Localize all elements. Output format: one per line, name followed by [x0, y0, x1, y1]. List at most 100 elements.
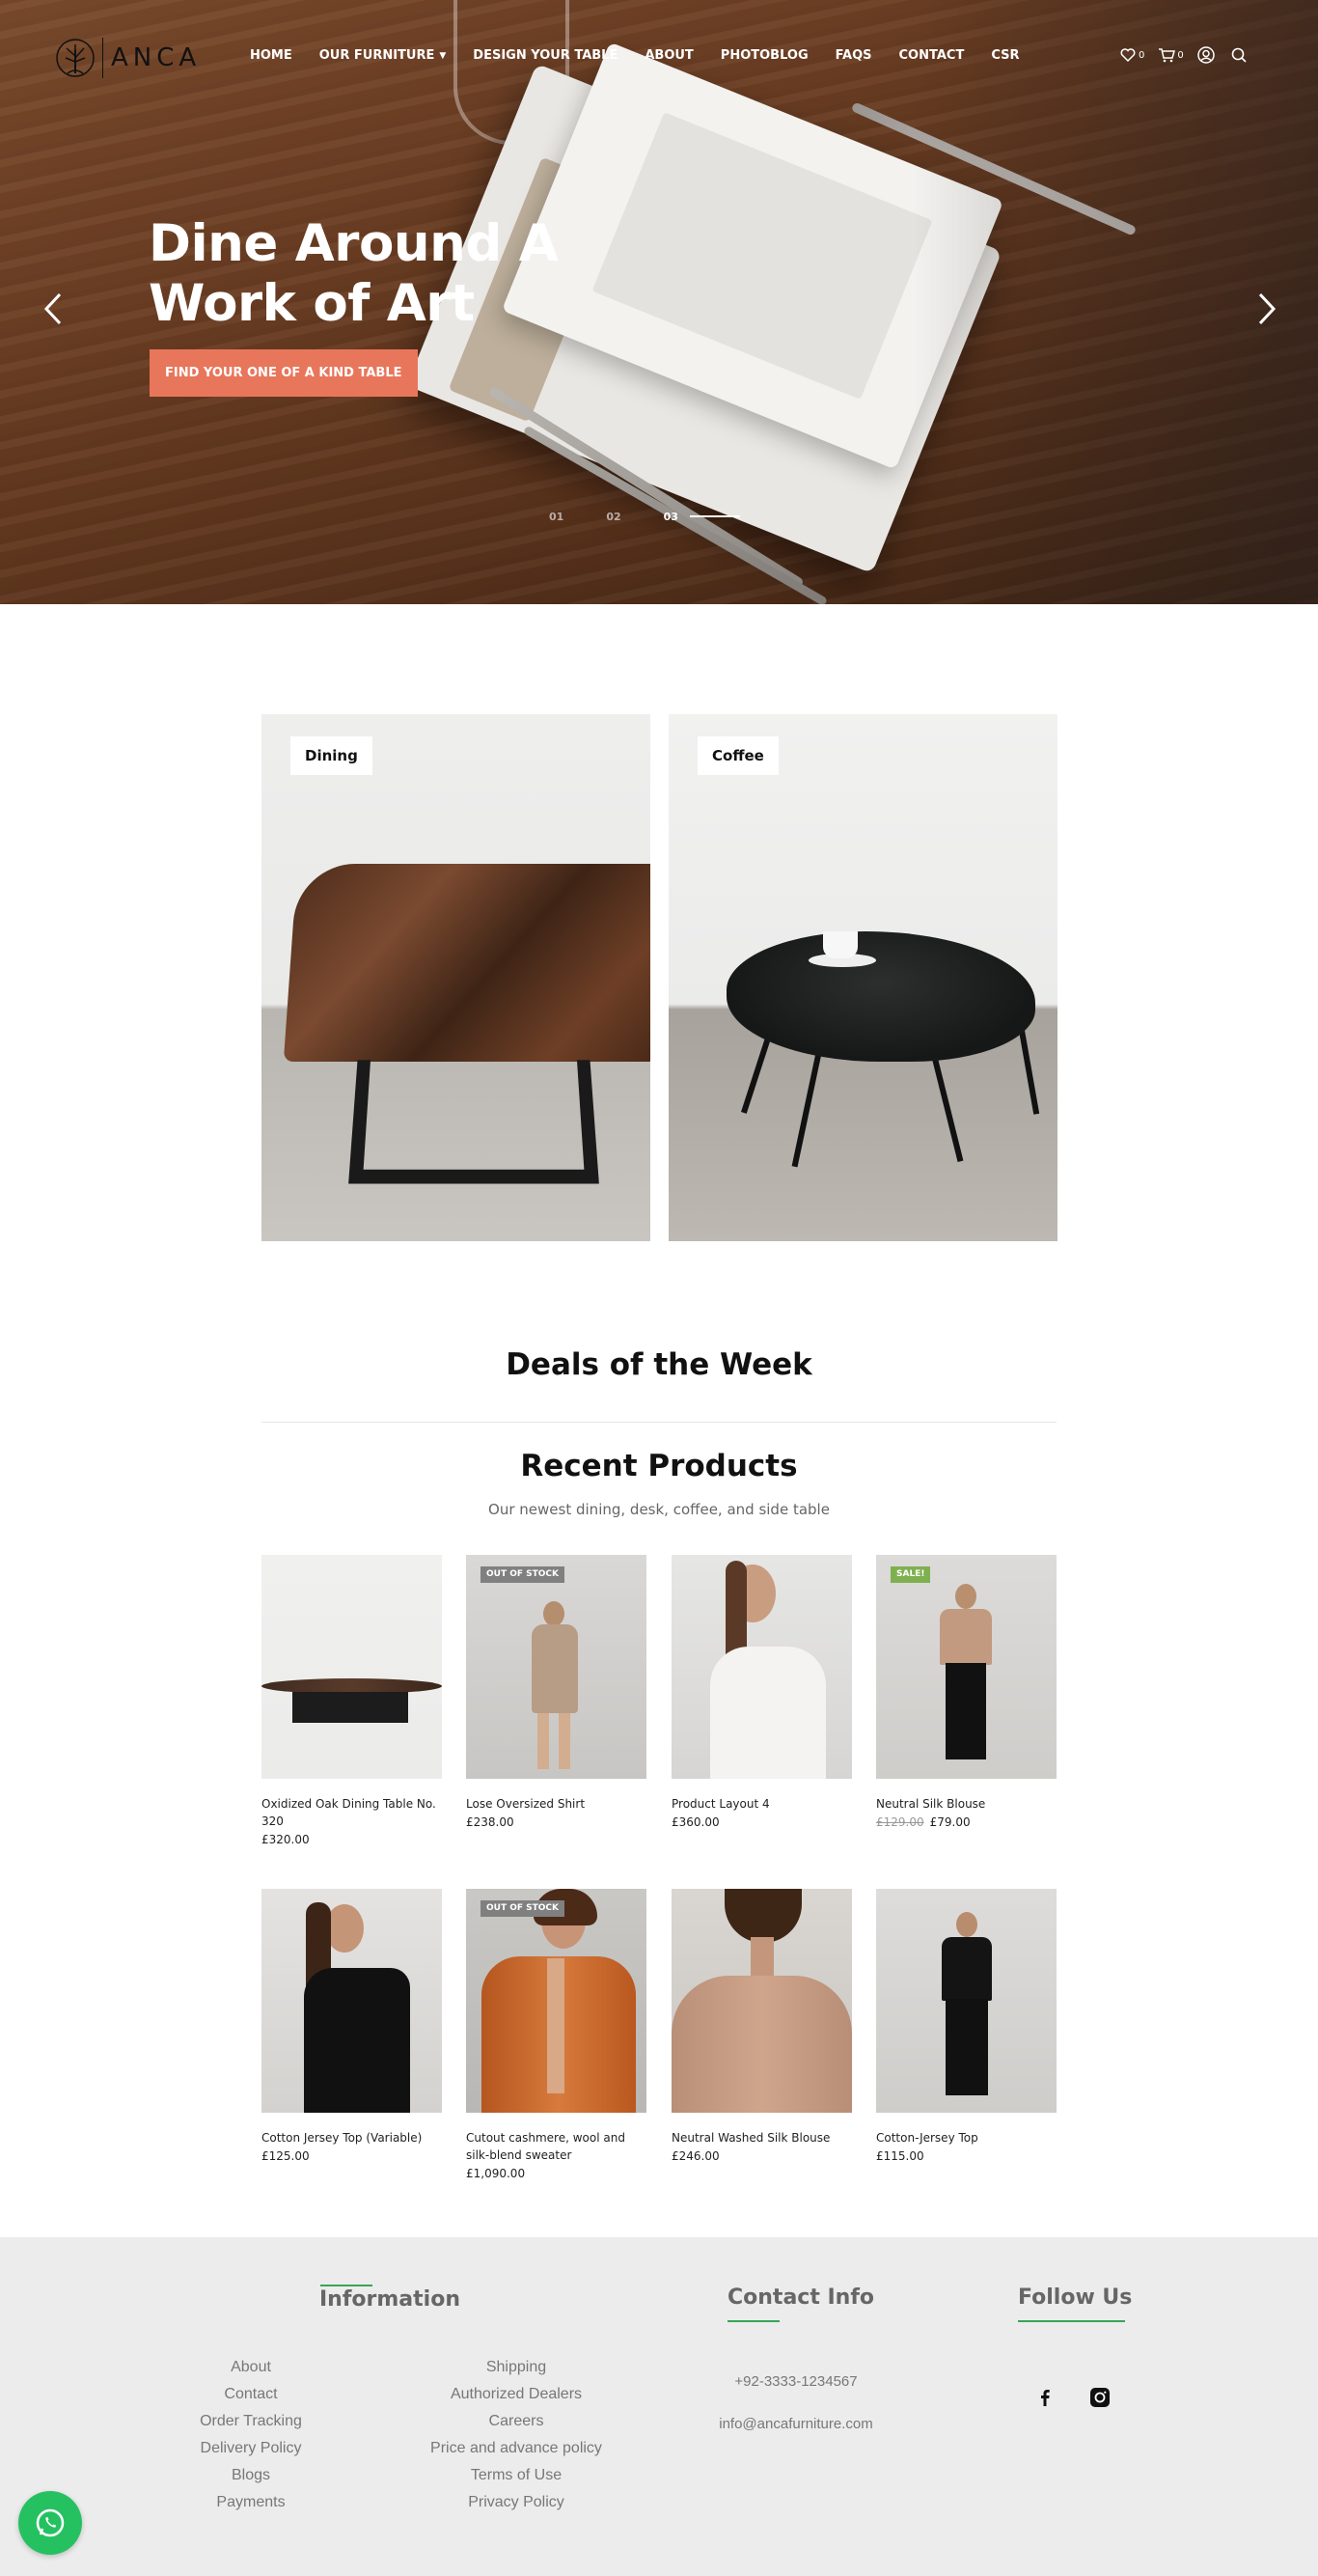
cart-icon [1158, 46, 1175, 64]
footer-link-delivery-policy[interactable]: Delivery Policy [154, 2440, 347, 2457]
product-image[interactable] [261, 1889, 442, 2113]
model-body [532, 1624, 578, 1713]
information-heading: Information [319, 2287, 460, 2312]
slide-dot-3[interactable]: 03 [664, 511, 678, 523]
product-image[interactable] [876, 1889, 1057, 2113]
coffee-table-leg-3 [1018, 1023, 1039, 1115]
model-top [940, 1609, 992, 1665]
information-accent-line [320, 2285, 372, 2286]
logo[interactable]: ANCA [54, 37, 201, 79]
footer-link-payments[interactable]: Payments [154, 2494, 347, 2511]
contact-email[interactable]: info@ancafurniture.com [690, 2416, 902, 2432]
footer-link-shipping[interactable]: Shipping [386, 2359, 646, 2376]
footer-link-price-policy[interactable]: Price and advance policy [386, 2440, 646, 2457]
nav-csr-label: CSR [991, 48, 1019, 63]
nav-photoblog[interactable]: PHOTOBLOG [721, 48, 809, 63]
slider-pagination: 01 02 03 [549, 507, 740, 526]
account-button[interactable] [1197, 46, 1217, 64]
product-card[interactable]: OUT OF STOCK Cutout cashmere, wool and s… [466, 1889, 646, 2180]
dining-table-leg-image [348, 1060, 599, 1183]
nav-design-your-table[interactable]: DESIGN YOUR TABLE [473, 48, 618, 63]
product-image[interactable]: OUT OF STOCK [466, 1555, 646, 1779]
coffee-table-top-image [727, 931, 1035, 1062]
product-name[interactable]: Lose Oversized Shirt [466, 1795, 646, 1813]
nav-faqs[interactable]: FAQS [836, 48, 872, 63]
nav-about-label: ABOUT [645, 48, 693, 63]
tree-logo-icon [54, 37, 96, 79]
category-card-dining[interactable]: Dining [261, 714, 650, 1241]
footer-link-blogs[interactable]: Blogs [154, 2467, 347, 2484]
nav-contact[interactable]: CONTACT [899, 48, 965, 63]
product-price: £129.00 £79.00 [876, 1815, 1057, 1829]
product-price: £320.00 [261, 1833, 442, 1846]
product-image[interactable] [672, 1889, 852, 2113]
product-image[interactable] [261, 1555, 442, 1779]
footer-link-order-tracking[interactable]: Order Tracking [154, 2413, 347, 2430]
wishlist-button[interactable]: 0 [1119, 46, 1144, 64]
coffee-table-leg [792, 1053, 822, 1168]
footer-link-contact[interactable]: Contact [154, 2386, 347, 2403]
model-pants [946, 1663, 986, 1759]
product-image[interactable] [672, 1555, 852, 1779]
section-divider [261, 1422, 1057, 1423]
nav-contact-label: CONTACT [899, 48, 965, 63]
slider-prev-arrow-icon[interactable] [39, 291, 68, 326]
product-price: £1,090.00 [466, 2167, 646, 2180]
footer-link-privacy[interactable]: Privacy Policy [386, 2494, 646, 2511]
product-card[interactable]: OUT OF STOCK Lose Oversized Shirt £238.0… [466, 1555, 646, 1829]
main-nav: HOME OUR FURNITURE ▼ DESIGN YOUR TABLE AB… [250, 48, 1046, 63]
product-card[interactable]: Oxidized Oak Dining Table No. 320 £320.0… [261, 1555, 442, 1846]
product-card[interactable]: Cotton Jersey Top (Variable) £125.00 [261, 1889, 442, 2163]
cart-button[interactable]: 0 [1158, 46, 1183, 64]
slider-next-arrow-icon[interactable] [1252, 291, 1281, 326]
product-card[interactable]: SALE! Neutral Silk Blouse £129.00 £79.00 [876, 1555, 1057, 1829]
slide-progress-line [690, 515, 740, 517]
product-name[interactable]: Oxidized Oak Dining Table No. 320 [261, 1795, 442, 1830]
user-icon [1197, 46, 1215, 64]
nav-about[interactable]: ABOUT [645, 48, 693, 63]
price-current: £238.00 [466, 1815, 514, 1829]
hero-title: Dine Around A Work of Art [149, 214, 592, 334]
product-price: £360.00 [672, 1815, 852, 1829]
slide-dot-2[interactable]: 02 [606, 511, 620, 523]
category-card-coffee[interactable]: Coffee [669, 714, 1057, 1241]
search-button[interactable] [1230, 46, 1249, 64]
recent-products-subtitle: Our newest dining, desk, coffee, and sid… [0, 1501, 1318, 1518]
product-image[interactable]: OUT OF STOCK [466, 1889, 646, 2113]
price-current: £1,090.00 [466, 2167, 525, 2180]
product-price: £115.00 [876, 2149, 1057, 2163]
footer-link-terms[interactable]: Terms of Use [386, 2467, 646, 2484]
whatsapp-icon[interactable] [18, 2491, 82, 2555]
instagram-icon[interactable] [1089, 2387, 1111, 2408]
product-name[interactable]: Cotton Jersey Top (Variable) [261, 2129, 442, 2147]
contact-phone[interactable]: +92-3333-1234567 [690, 2373, 902, 2390]
product-name[interactable]: Neutral Washed Silk Blouse [672, 2129, 852, 2147]
footer-link-authorized-dealers[interactable]: Authorized Dealers [386, 2386, 646, 2403]
nav-home[interactable]: HOME [250, 48, 292, 63]
nav-csr[interactable]: CSR [991, 48, 1019, 63]
product-name[interactable]: Product Layout 4 [672, 1795, 852, 1813]
dining-table-top-image [284, 864, 650, 1062]
product-card[interactable]: Neutral Washed Silk Blouse £246.00 [672, 1889, 852, 2163]
contact-accent-line [728, 2320, 780, 2322]
hero-cta-button[interactable]: FIND YOUR ONE OF A KIND TABLE [150, 349, 418, 397]
follow-accent-line [1018, 2320, 1125, 2322]
footer-link-careers[interactable]: Careers [386, 2413, 646, 2430]
facebook-icon[interactable] [1034, 2387, 1056, 2408]
out-of-stock-badge: OUT OF STOCK [481, 1566, 564, 1583]
footer-link-about[interactable]: About [154, 2359, 347, 2376]
nav-our-furniture[interactable]: OUR FURNITURE ▼ [319, 48, 447, 63]
recent-products-title: Recent Products [0, 1449, 1318, 1483]
product-name[interactable]: Neutral Silk Blouse [876, 1795, 1057, 1813]
product-image[interactable]: SALE! [876, 1555, 1057, 1779]
price-old: £129.00 [876, 1815, 924, 1829]
model-head [956, 1912, 977, 1937]
slide-dot-1[interactable]: 01 [549, 511, 563, 523]
product-card[interactable]: Cotton-Jersey Top £115.00 [876, 1889, 1057, 2163]
product-name[interactable]: Cotton-Jersey Top [876, 2129, 1057, 2147]
deals-title: Deals of the Week [0, 1347, 1318, 1382]
model-top [304, 1968, 410, 2113]
model-head [325, 1904, 364, 1953]
product-name[interactable]: Cutout cashmere, wool and silk-blend swe… [466, 2129, 646, 2164]
product-card[interactable]: Product Layout 4 £360.00 [672, 1555, 852, 1829]
